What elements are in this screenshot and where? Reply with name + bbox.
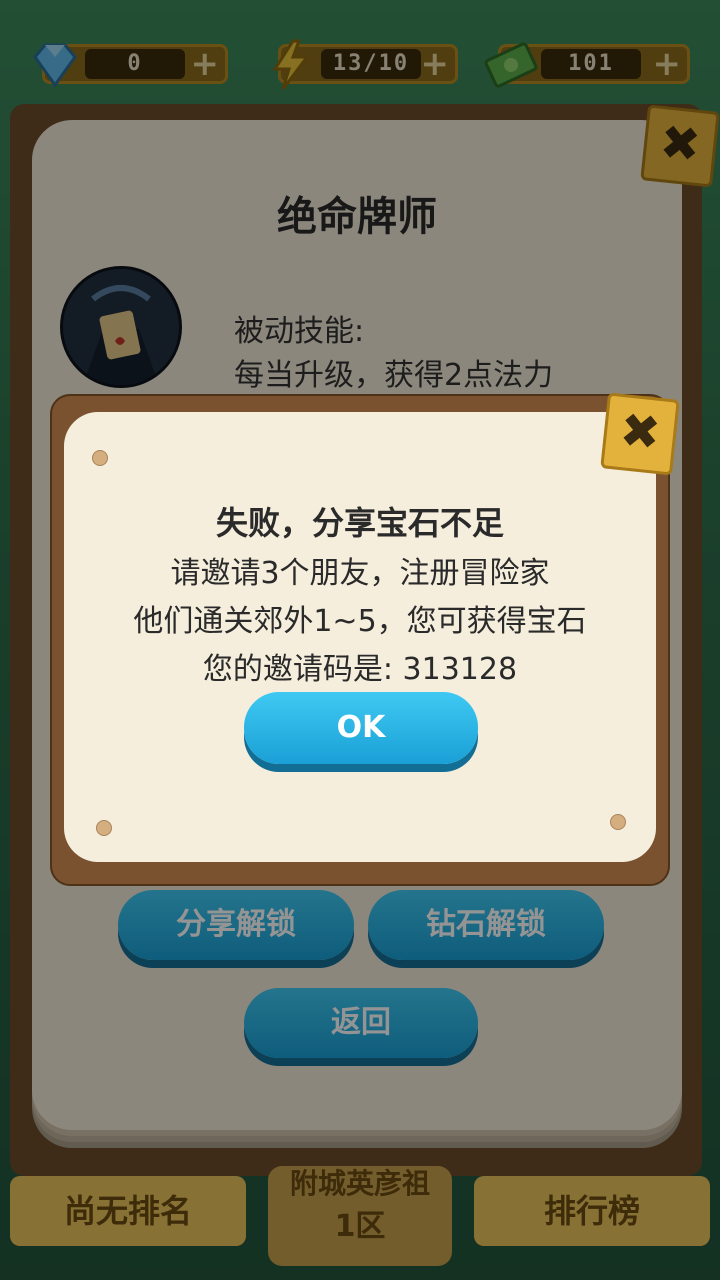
popup-heading: 失败，分享宝石不足: [215, 504, 504, 542]
pin-decoration: [610, 814, 626, 830]
popup-invite-code: 您的邀请码是: 313128: [202, 652, 518, 687]
popup-line-invite: 请邀请3个朋友，注册冒险家: [170, 556, 550, 591]
close-icon: ✖: [617, 402, 664, 462]
pin-decoration: [92, 450, 108, 466]
ok-button[interactable]: OK: [244, 692, 478, 764]
pin-decoration: [96, 820, 112, 836]
share-fail-popup: 失败，分享宝石不足 请邀请3个朋友，注册冒险家 他们通关郊外1~5，您可获得宝石…: [64, 412, 656, 862]
popup-line-reward: 他们通关郊外1~5，您可获得宝石: [133, 604, 587, 639]
popup-close-button[interactable]: ✖: [600, 392, 680, 476]
